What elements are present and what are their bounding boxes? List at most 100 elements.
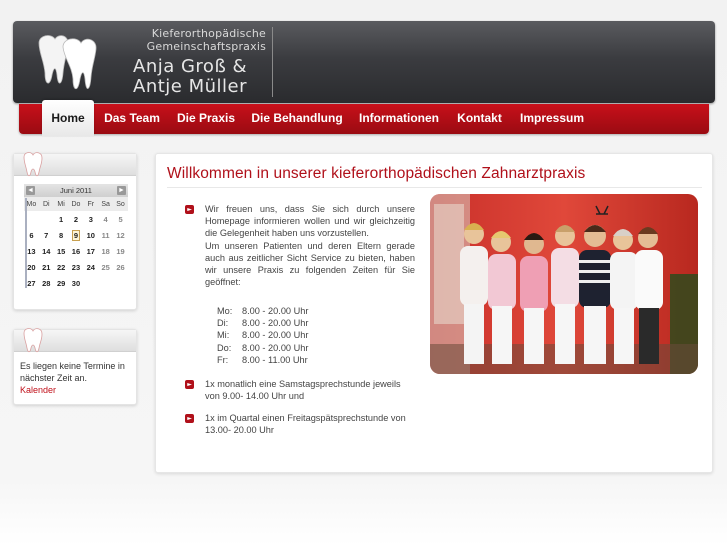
calendar-day[interactable]: 2 bbox=[69, 211, 84, 227]
practice-title-line2: Gemeinschaftspraxis bbox=[146, 40, 266, 53]
note-friday: 1x im Quartal einen Freitagspätsprechstu… bbox=[205, 413, 406, 436]
calendar-week-row: 27 28 29 30 bbox=[24, 275, 128, 291]
calendar-day[interactable]: 5 bbox=[113, 211, 128, 227]
nav-kontakt[interactable]: Kontakt bbox=[451, 104, 508, 134]
calendar-day[interactable]: 7 bbox=[39, 227, 54, 243]
calendar-day[interactable]: 11 bbox=[98, 227, 113, 243]
calendar-week-bar bbox=[25, 198, 27, 288]
main-navigation: Home Das Team Die Praxis Die Behandlung … bbox=[19, 100, 709, 136]
calendar-day[interactable]: 30 bbox=[69, 275, 84, 291]
calendar-day[interactable]: 1 bbox=[54, 211, 69, 227]
calendar-day[interactable]: 25 bbox=[98, 259, 113, 275]
calendar-day[interactable]: 19 bbox=[113, 243, 128, 259]
calendar-day bbox=[39, 211, 54, 227]
nav-informationen[interactable]: Informationen bbox=[354, 104, 444, 134]
bullet-arrow-icon: ► bbox=[185, 380, 194, 389]
calendar-day[interactable]: 24 bbox=[83, 259, 98, 275]
calendar-day bbox=[98, 275, 113, 291]
practice-names: Anja Groß & Antje Müller bbox=[133, 57, 267, 97]
nav-die-praxis[interactable]: Die Praxis bbox=[172, 104, 240, 134]
calendar-week-row: 13 14 15 16 17 18 19 bbox=[24, 243, 128, 259]
calendar-weekday: Sa bbox=[98, 197, 114, 211]
tooth-icon bbox=[23, 152, 43, 177]
nav-die-behandlung[interactable]: Die Behandlung bbox=[247, 104, 347, 134]
intro-text-2: Um unseren Patienten und deren Eltern ge… bbox=[205, 240, 415, 288]
calendar-weekday: Fr bbox=[83, 197, 99, 211]
team-photo bbox=[430, 194, 698, 374]
logo-divider bbox=[272, 27, 273, 97]
hours-day: Mo: bbox=[217, 306, 233, 316]
hours-time: 8.00 - 20.00 Uhr bbox=[242, 342, 309, 353]
intro-paragraph: Wir freuen uns, dass Sie sich durch unse… bbox=[205, 203, 415, 288]
names-line2: Antje Müller bbox=[133, 76, 247, 97]
calendar-weekday: Mi bbox=[53, 197, 69, 211]
hours-row: Di: 8.00 - 20.00 Uhr bbox=[217, 317, 308, 329]
hours-time: 8.00 - 20.00 Uhr bbox=[242, 330, 309, 341]
practice-title-line1: Kieferorthopädische bbox=[151, 27, 266, 40]
intro-text: Wir freuen uns, dass Sie sich durch unse… bbox=[205, 204, 415, 239]
hours-time: 8.00 - 11.00 Uhr bbox=[242, 354, 308, 365]
hours-time: 8.00 - 20.00 Uhr bbox=[242, 306, 309, 316]
tooth-icon bbox=[23, 328, 43, 353]
calendar-day[interactable]: 9 bbox=[69, 227, 84, 243]
hours-row: Fr: 8.00 - 11.00 Uhr bbox=[217, 354, 308, 366]
hours-row: Mo: 8.00 - 20.00 Uhr bbox=[217, 305, 308, 317]
termine-header bbox=[14, 328, 136, 353]
practice-title: Kieferorthopädische Gemeinschaftspraxis bbox=[126, 27, 266, 53]
calendar-prev-icon[interactable]: ◄ bbox=[26, 186, 35, 195]
kalender-link[interactable]: Kalender bbox=[20, 384, 130, 396]
calendar-day[interactable]: 28 bbox=[39, 275, 54, 291]
calendar-day[interactable]: 23 bbox=[69, 259, 84, 275]
header-banner: Kieferorthopädische Gemeinschaftspraxis … bbox=[13, 21, 715, 103]
calendar-week-row: 12345 bbox=[24, 211, 128, 227]
calendar-weekday: Di bbox=[38, 197, 54, 211]
termine-text: Es liegen keine Termine in nächster Zeit… bbox=[20, 361, 125, 383]
calendar-day[interactable]: 14 bbox=[39, 243, 54, 259]
calendar-day[interactable]: 15 bbox=[54, 243, 69, 259]
calendar-day[interactable]: 18 bbox=[98, 243, 113, 259]
calendar-day[interactable]: 3 bbox=[83, 211, 98, 227]
calendar-day[interactable]: 8 bbox=[54, 227, 69, 243]
hours-day: Di: bbox=[217, 318, 229, 329]
main-content: Willkommen in unserer kieferorthopädisch… bbox=[155, 153, 713, 473]
title-divider bbox=[167, 187, 702, 188]
hours-row: Mi: 8.00 - 20.00 Uhr bbox=[217, 329, 308, 341]
names-line1: Anja Groß & bbox=[133, 56, 248, 77]
termine-widget: Es liegen keine Termine in nächster Zeit… bbox=[13, 328, 137, 405]
calendar-weekday: Do bbox=[68, 197, 84, 211]
hours-row: Do: 8.00 - 20.00 Uhr bbox=[217, 342, 308, 354]
opening-hours: Mo: 8.00 - 20.00 Uhr Di: 8.00 - 20.00 Uhr … bbox=[217, 305, 308, 366]
page-title: Willkommen in unserer kieferorthopädisch… bbox=[167, 165, 586, 182]
hours-time: 8.00 - 20.00 Uhr bbox=[242, 318, 309, 329]
calendar-month-label: Juni 2011 bbox=[60, 186, 92, 195]
calendar-day[interactable]: 17 bbox=[83, 243, 98, 259]
calendar-day[interactable]: 4 bbox=[98, 211, 113, 227]
calendar-day[interactable]: 22 bbox=[54, 259, 69, 275]
hours-day: Mi: bbox=[217, 330, 230, 341]
calendar-month-bar: ◄ Juni 2011 ► bbox=[24, 184, 128, 197]
note-saturday: 1x monatlich eine Samstagsprechstunde je… bbox=[205, 379, 401, 402]
teeth-logo-icon bbox=[38, 35, 97, 90]
bullet-arrow-icon: ► bbox=[185, 205, 194, 214]
calendar-week-row: 20 21 22 23 24 25 26 bbox=[24, 259, 128, 275]
calendar-next-icon[interactable]: ► bbox=[117, 186, 126, 195]
calendar-week-row: 6 7 8 9 10 11 12 bbox=[24, 227, 128, 243]
bullet-arrow-icon: ► bbox=[185, 414, 194, 423]
calendar-day[interactable]: 16 bbox=[69, 243, 84, 259]
calendar-day[interactable]: 26 bbox=[113, 259, 128, 275]
calendar-day bbox=[83, 275, 98, 291]
nav-impressum[interactable]: Impressum bbox=[515, 104, 589, 134]
calendar-day[interactable]: 21 bbox=[39, 259, 54, 275]
calendar-day[interactable]: 10 bbox=[83, 227, 98, 243]
hours-day: Fr: bbox=[217, 354, 229, 365]
calendar-day[interactable]: 29 bbox=[54, 275, 69, 291]
calendar-day[interactable]: 12 bbox=[113, 227, 128, 243]
calendar-weekday: So bbox=[113, 197, 128, 211]
calendar-header bbox=[14, 152, 136, 177]
calendar-day bbox=[113, 275, 128, 291]
hours-day: Do: bbox=[217, 342, 232, 353]
calendar-grid: Mo Di Mi Do Fr Sa So 1 2 3 4 5 6 7 8 9 10 11 12 13 14 15 16 17… bbox=[24, 197, 128, 291]
calendar-widget: ◄ Juni 2011 ► Mo Di Mi Do Fr Sa So 1 2 3 4 5 6 7 8 9 10… bbox=[13, 152, 137, 310]
nav-home[interactable]: Home bbox=[42, 100, 94, 136]
nav-das-team[interactable]: Das Team bbox=[99, 104, 165, 134]
